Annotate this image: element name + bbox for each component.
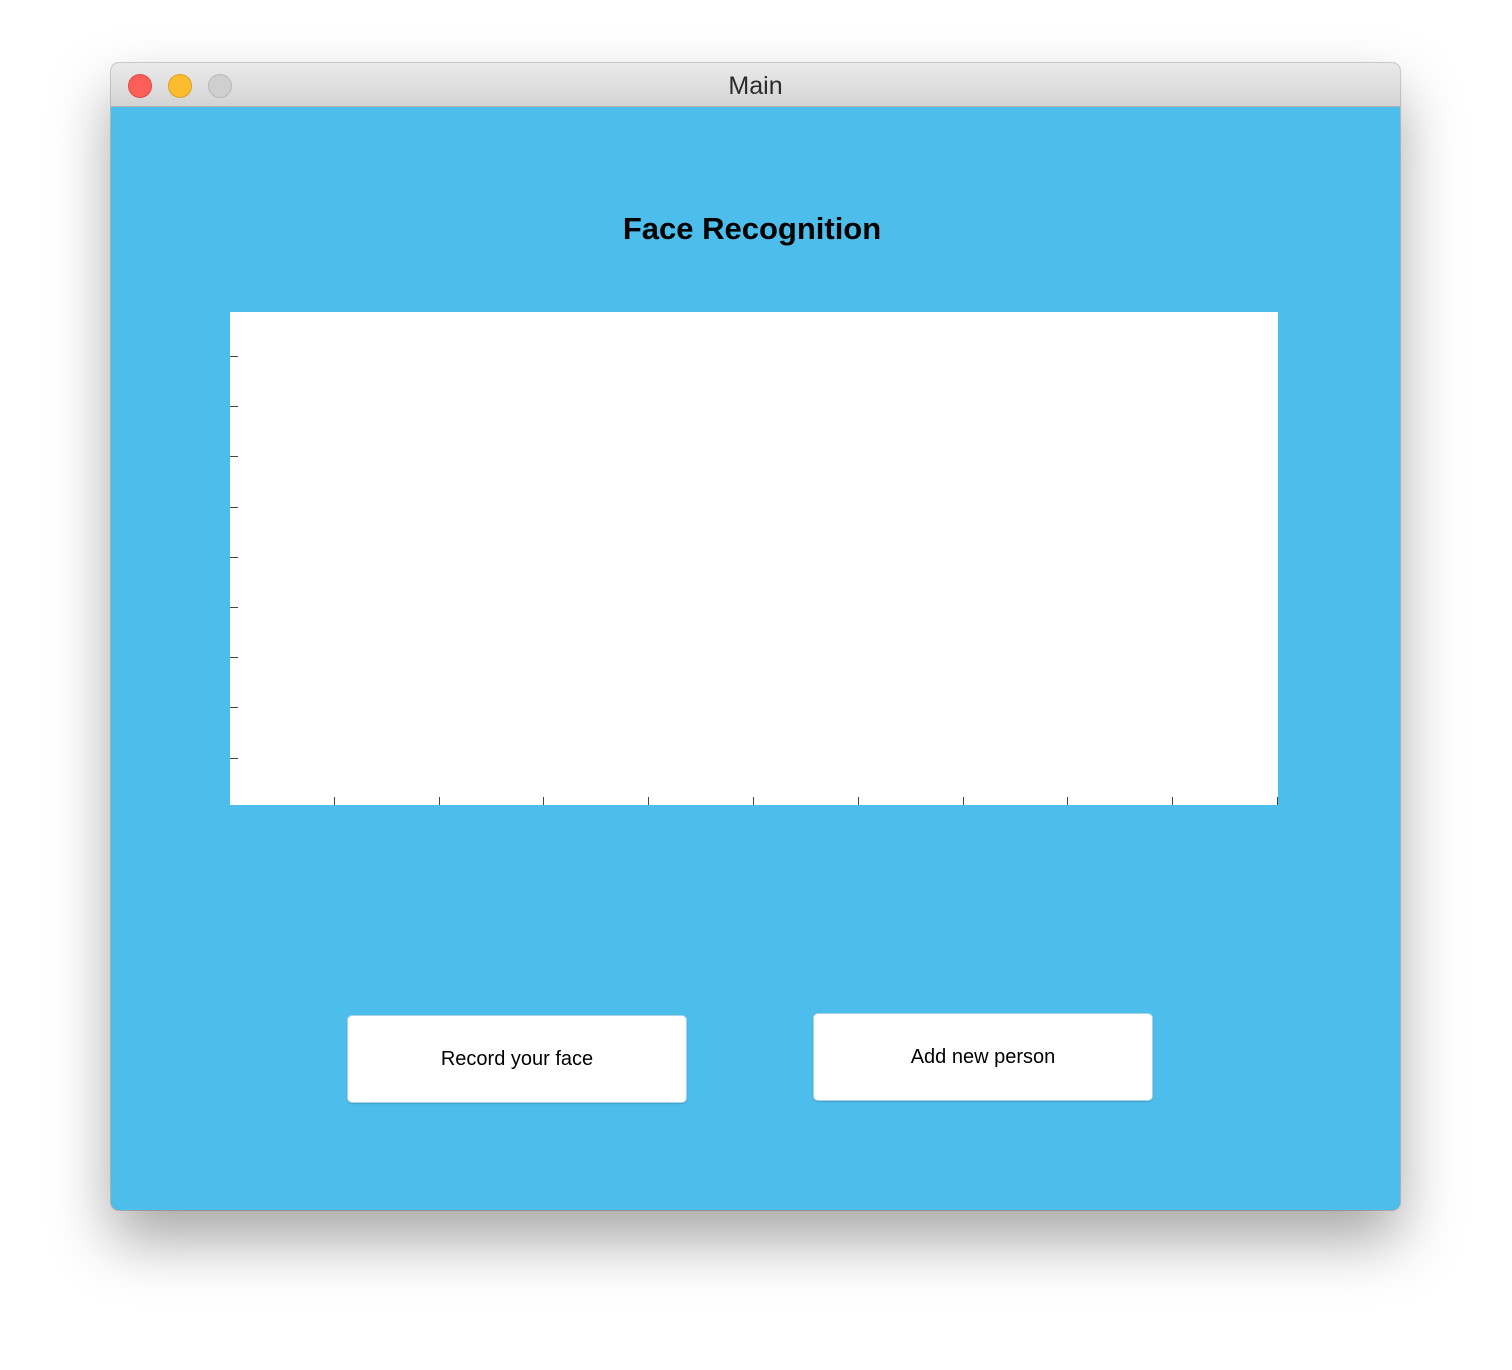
main-window: Main Face Recognition Record your face A… [111, 63, 1400, 1210]
content-area: Face Recognition Record your face Add ne… [111, 107, 1400, 1210]
window-title: Main [728, 72, 783, 100]
page-title: Face Recognition [622, 211, 882, 246]
add-new-person-button[interactable]: Add new person [813, 1013, 1153, 1101]
camera-axes [230, 312, 1278, 805]
record-your-face-button[interactable]: Record your face [347, 1015, 687, 1103]
title-bar[interactable]: Main [111, 63, 1400, 107]
axes-ticks [230, 356, 1278, 805]
